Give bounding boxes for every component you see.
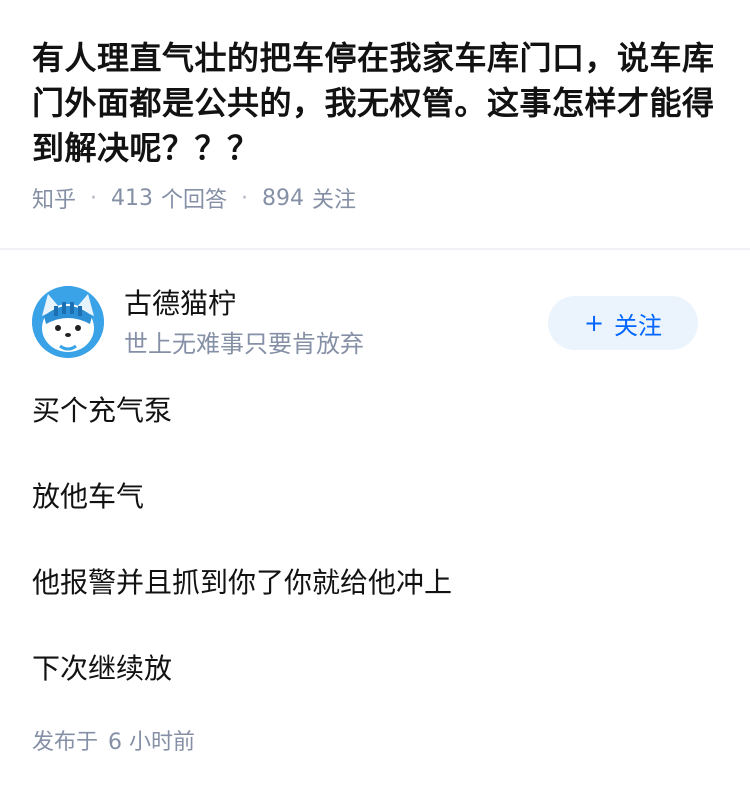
author-info: 古德猫柠 世上无难事只要肯放弃 + 关注 [0,250,750,370]
cartoon-cat-avatar-icon [32,286,104,358]
follow-button-label: 关注 [614,311,663,340]
avatar[interactable] [32,286,104,358]
answer-paragraph: 放他车气 [32,480,145,513]
answer-paragraph: 买个充气泵 [32,394,173,427]
publish-time-value: 6 小时前 [108,730,196,755]
publish-time: 发布于 6 小时前 [32,724,195,756]
author-name[interactable]: 古德猫柠 [124,286,236,322]
answer-count: 413 [111,185,154,211]
plus-icon: + [583,309,605,337]
answer-content: 买个充气泵 放他车气 他报警并且抓到你了你就给他冲上 下次继续放 [32,390,718,734]
meta-separator: · [90,185,98,211]
follower-count-label: 关注 [312,188,357,213]
follow-button[interactable]: + 关注 [548,296,698,350]
question-title[interactable]: 有人理直气壮的把车停在我家车库门口，说车库门外面都是公共的，我无权管。这事怎样才… [32,36,718,171]
answer-paragraph: 他报警并且抓到你了你就给他冲上 [32,566,453,599]
follower-count: 894 [262,185,305,211]
answer-paragraph: 下次继续放 [32,652,173,685]
answer-count-label: 个回答 [161,188,228,213]
question-meta: 知乎 · 413 个回答 · 894 关注 [32,182,718,214]
question-header: 有人理直气壮的把车停在我家车库门口，说车库门外面都是公共的，我无权管。这事怎样才… [0,0,750,215]
publish-label: 发布于 [32,730,99,755]
source-label[interactable]: 知乎 [32,182,76,214]
author-bio: 世上无难事只要肯放弃 [124,330,364,358]
answer-card: 古德猫柠 世上无难事只要肯放弃 + 关注 买个充气泵 放他车气 他报警并且抓到你… [0,250,750,755]
meta-separator: · [241,185,249,211]
